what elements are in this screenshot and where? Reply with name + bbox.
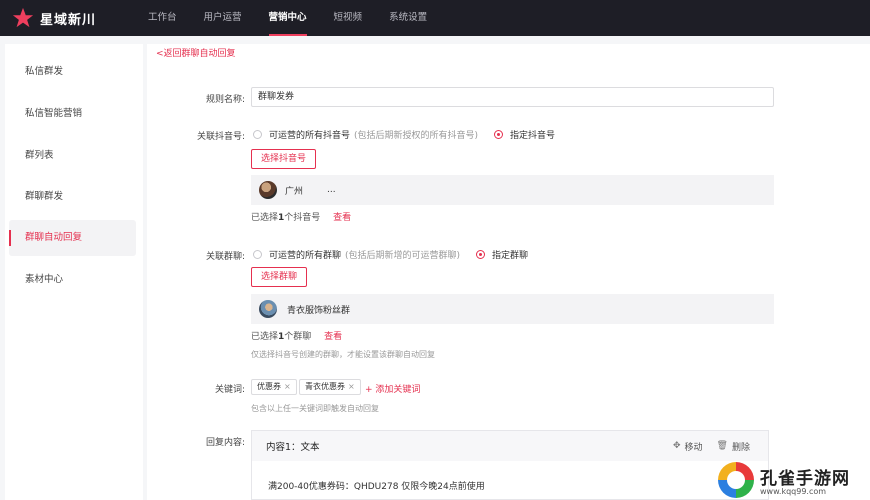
account-specific-label: 指定抖音号 [510,131,556,141]
selected-group-name: 青衣服饰粉丝群 [287,305,351,316]
keyword-tag-text: 优惠券 [257,382,281,391]
watermark-text: 孔雀手游网 www.kqq99.com [760,464,850,496]
move-icon: ✥ [672,441,681,451]
reply-text[interactable]: 满200-40优惠券码：QHDU278 仅限今晚24点前使用 [268,479,485,492]
keyword-tag-text: 青衣优惠券 [305,382,345,391]
reply-label: 回复内容: [205,438,245,448]
group-specific-radio[interactable] [476,250,486,259]
account-count-text: 已选择 [251,213,279,223]
nav-user-ops[interactable]: 用户运营 [204,0,242,36]
sidebar-item-dm-broadcast[interactable]: 私信群发 [9,54,136,90]
nav-workbench[interactable]: 工作台 [148,0,177,36]
rule-name-input[interactable]: 群聊发券 [251,87,774,107]
sidebar-item-group-list[interactable]: 群列表 [9,138,136,174]
keyword-tag: 优惠券 × [251,379,297,395]
delete-button[interactable]: 删除 [732,440,750,453]
group-avatar [259,300,277,318]
nav-settings[interactable]: 系统设置 [389,0,427,36]
reply-actions: ✥ 移动 🗑 删除 [673,431,750,461]
selected-group-panel: 青衣服饰粉丝群 [251,294,774,324]
group-radio-group: 可运营的所有群聊 (包括后期新增的可运营群聊) 指定群聊 [253,248,528,261]
back-link-label: 返回群聊自动回复 [163,49,236,59]
add-keyword-button[interactable]: + 添加关键词 [365,382,420,395]
group-count: 已选择1个群聊 查看 [251,329,342,342]
group-count-text: 已选择 [251,332,279,342]
close-icon[interactable]: × [284,382,291,391]
chevron-left-icon: < [156,49,164,59]
back-link[interactable]: <返回群聊自动回复 [156,46,236,59]
sidebar: 私信群发 私信智能营销 群列表 群聊群发 群聊自动回复 素材中心 [5,44,143,500]
nav-marketing[interactable]: 营销中心 [268,0,307,36]
group-all-label: 可运营的所有群聊 [269,251,342,261]
main-nav: 工作台 用户运营 营销中心 短视频 系统设置 [148,0,454,36]
app-logo[interactable]: 星域新川 [12,7,96,29]
select-account-button[interactable]: 选择抖音号 [251,149,317,169]
account-all-label: 可运营的所有抖音号 [269,131,351,141]
top-navbar: 星域新川 工作台 用户运营 营销中心 短视频 系统设置 [0,0,870,36]
nav-short-video[interactable]: 短视频 [334,0,363,36]
watermark-title: 孔雀手游网 [760,469,850,489]
star-logo-icon [12,7,34,28]
watermark: 孔雀手游网 www.kqq99.com [718,460,870,500]
selected-account-ellipsis: ... [327,185,336,195]
reply-header: 内容1：文本 ✥ 移动 🗑 删除 [252,431,768,461]
account-label: 关联抖音号: [196,132,245,142]
reply-title: 内容1：文本 [266,442,320,453]
rule-name-label: 规则名称: [205,95,245,105]
trash-icon: 🗑 [716,441,728,451]
account-specific-radio[interactable] [494,130,504,139]
group-specific-label: 指定群聊 [492,251,529,261]
account-radio-group: 可运营的所有抖音号 (包括后期新授权的所有抖音号) 指定抖音号 [253,128,555,141]
account-view-link[interactable]: 查看 [333,213,351,223]
app-title: 星域新川 [40,12,97,28]
sidebar-item-group-auto-reply[interactable]: 群聊自动回复 [9,220,136,256]
watermark-logo-icon [718,462,754,498]
group-hint: 仅选择抖音号创建的群聊，才能设置该群聊自动回复 [251,350,435,359]
select-group-button[interactable]: 选择群聊 [251,267,308,287]
keywords-hint: 包含以上任一关键词即触发自动回复 [251,404,379,413]
sidebar-item-group-broadcast[interactable]: 群聊群发 [9,179,136,215]
avatar [259,181,277,199]
reply-content-box: 内容1：文本 ✥ 移动 🗑 删除 满200-40优惠券码：QHDU278 仅限今… [251,430,769,500]
group-all-radio[interactable] [253,250,262,259]
move-button[interactable]: 移动 [685,440,703,453]
selected-account-name: 广州 [285,186,304,197]
account-count-unit: 个抖音号 [284,213,321,223]
group-label: 关联群聊: [205,252,245,262]
group-view-link[interactable]: 查看 [324,332,342,342]
close-icon[interactable]: × [348,382,355,391]
account-all-radio[interactable] [253,130,262,139]
group-all-hint: (包括后期新增的可运营群聊) [345,251,461,261]
sidebar-item-dm-smart-marketing[interactable]: 私信智能营销 [9,96,136,132]
account-all-hint: (包括后期新授权的所有抖音号) [354,131,479,141]
account-count: 已选择1个抖音号 查看 [251,210,351,223]
main-content: <返回群聊自动回复 规则名称: 群聊发券 关联抖音号: 可运营的所有抖音号 (包… [147,44,870,500]
group-count-unit: 个群聊 [284,332,312,342]
selected-account-panel: 广州 ... [251,175,774,205]
keyword-tag: 青衣优惠券 × [299,379,361,395]
sidebar-item-material-center[interactable]: 素材中心 [9,262,136,298]
keywords-label: 关键词: [214,385,245,395]
